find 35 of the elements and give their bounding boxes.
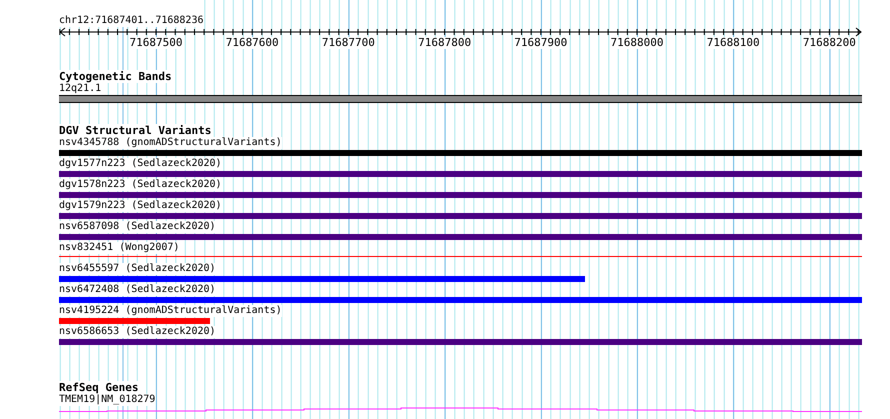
variant-bar[interactable]: [59, 234, 862, 240]
band-label: 12q21.1: [59, 83, 102, 95]
variant-label[interactable]: nsv6472408 (Sedlazeck2020): [59, 284, 216, 296]
variant-bar[interactable]: [59, 150, 862, 156]
variant-bar[interactable]: [59, 192, 862, 198]
variant-bar[interactable]: [59, 318, 210, 324]
ruler-tick-label: 71687700: [322, 37, 375, 49]
variant-bar[interactable]: [59, 213, 862, 219]
track-title: DGV Structural Variants: [59, 124, 212, 137]
variant-bar[interactable]: [59, 171, 862, 177]
gene-drawing[interactable]: [59, 406, 862, 413]
variant-label[interactable]: nsv4345788 (gnomADStructuralVariants): [59, 137, 282, 149]
variant-label[interactable]: dgv1579n223 (Sedlazeck2020): [59, 200, 222, 212]
variant-label[interactable]: nsv6455597 (Sedlazeck2020): [59, 263, 216, 275]
ruler-tick-label: 71688200: [802, 37, 856, 49]
track-title: RefSeq Genes: [59, 381, 138, 394]
variant-bar[interactable]: [59, 276, 585, 282]
ruler-tick-label: 71687800: [418, 37, 472, 49]
ruler-tick-label: 71688000: [610, 37, 664, 49]
variant-bar[interactable]: [59, 297, 862, 303]
ruler-tick-label: 71687500: [130, 37, 182, 49]
variant-label[interactable]: nsv6587098 (Sedlazeck2020): [59, 221, 216, 233]
location-label: chr12:71687401..71688236: [59, 0, 204, 27]
variant-label[interactable]: dgv1577n223 (Sedlazeck2020): [59, 158, 222, 170]
variant-label[interactable]: nsv832451 (Wong2007): [59, 242, 180, 254]
variant-line[interactable]: [59, 256, 862, 257]
ruler-tick-label: 71687600: [226, 37, 279, 49]
variant-label[interactable]: dgv1578n223 (Sedlazeck2020): [59, 179, 222, 191]
variant-label[interactable]: nsv6586653 (Sedlazeck2020): [59, 326, 216, 338]
ruler-tick-label: 71687900: [514, 37, 568, 49]
variant-bar[interactable]: [59, 339, 862, 345]
track-title: Cytogenetic Bands: [59, 70, 172, 83]
gene-label[interactable]: TMEM19|NM_018279: [59, 394, 156, 406]
variant-label[interactable]: nsv4195224 (gnomADStructuralVariants): [59, 305, 282, 317]
ruler-tick-label: 71688100: [706, 37, 760, 49]
